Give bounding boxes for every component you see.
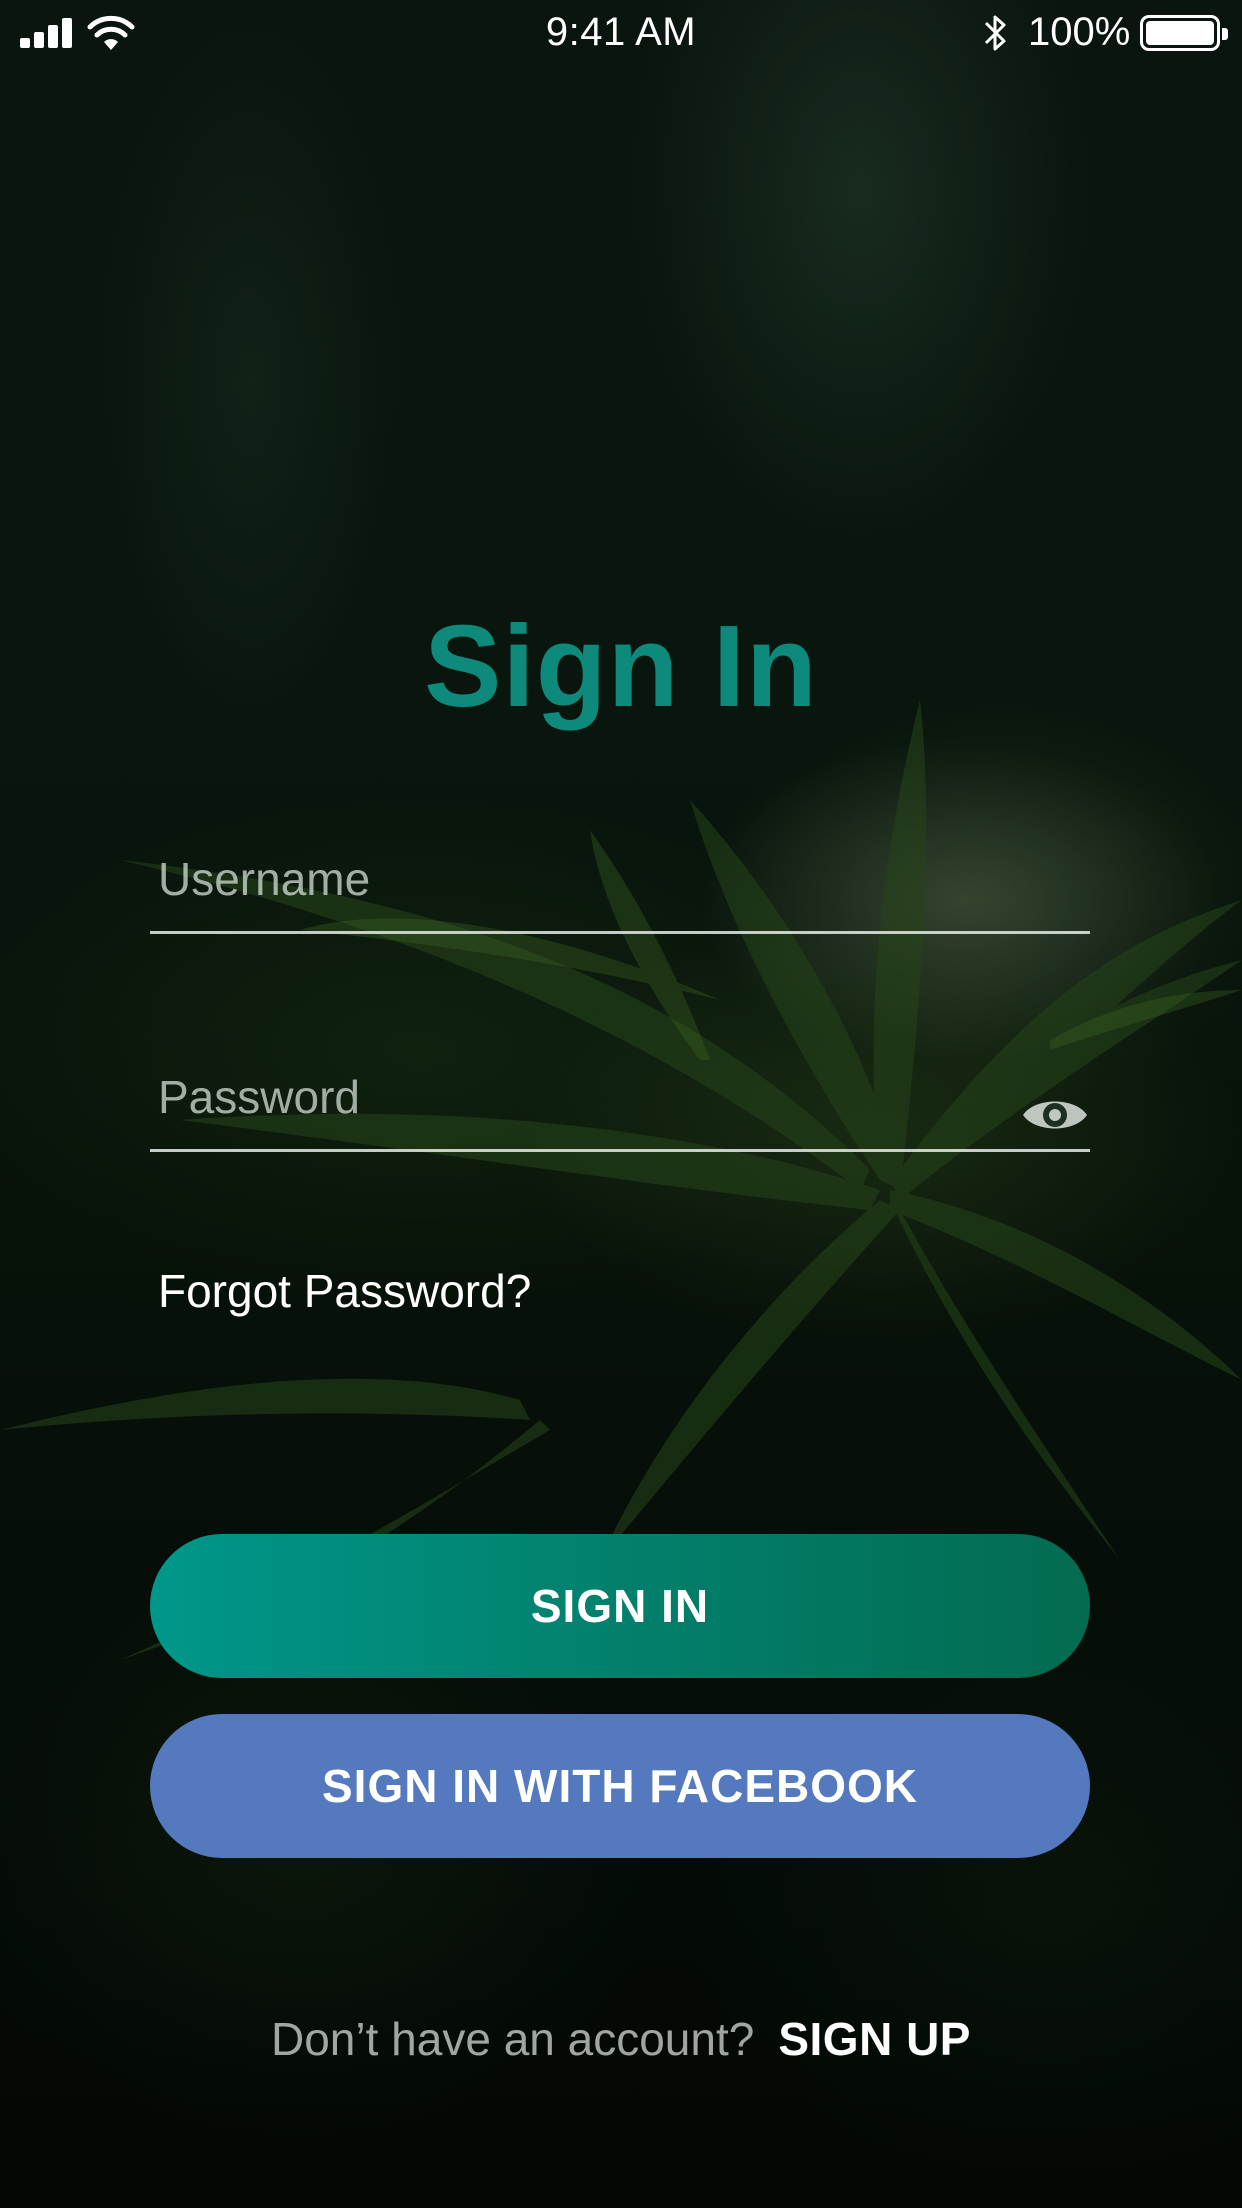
sign-in-screen: 9:41 AM 100% Sign In Forgot Password? SI… <box>0 0 1242 2208</box>
signup-prompt: Don’t have an account? <box>271 2013 755 2065</box>
forgot-password-link[interactable]: Forgot Password? <box>158 1264 531 1318</box>
sign-up-link[interactable]: SIGN UP <box>778 2013 971 2065</box>
eye-icon[interactable] <box>1020 1092 1090 1138</box>
username-field-container <box>150 844 1090 934</box>
page-title: Sign In <box>424 601 818 731</box>
password-input[interactable] <box>158 1067 998 1127</box>
status-bar: 9:41 AM 100% <box>0 0 1242 66</box>
password-field-container <box>150 1062 1090 1152</box>
signup-row: Don’t have an account? SIGN UP <box>0 2012 1242 2066</box>
battery-percent: 100% <box>1028 10 1131 54</box>
bluetooth-icon <box>984 15 1006 51</box>
facebook-sign-in-button[interactable]: SIGN IN WITH FACEBOOK <box>150 1714 1090 1858</box>
battery-icon <box>1140 15 1228 51</box>
username-input[interactable] <box>158 849 998 909</box>
sign-in-button[interactable]: SIGN IN <box>150 1534 1090 1678</box>
